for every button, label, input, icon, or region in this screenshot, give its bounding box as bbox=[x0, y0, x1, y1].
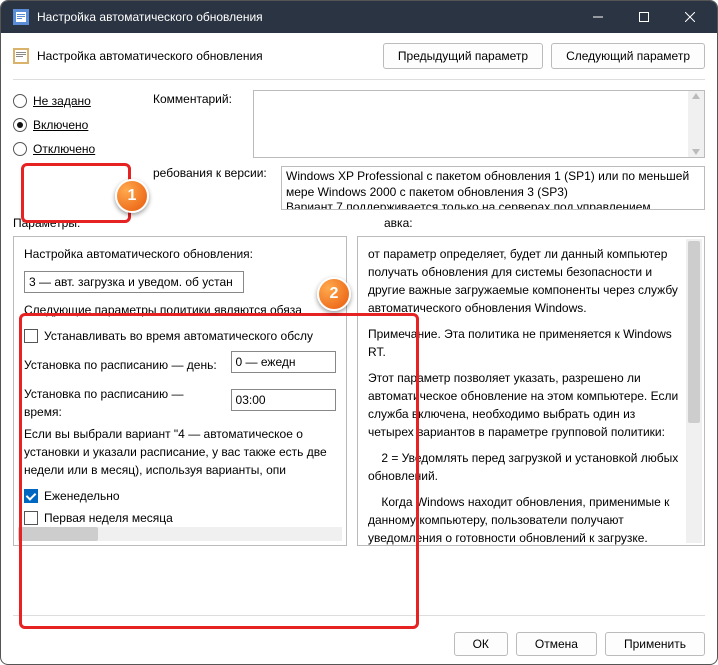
scrollbar-vertical[interactable] bbox=[686, 239, 702, 543]
minimize-button[interactable] bbox=[575, 1, 621, 33]
titlebar: Настройка автоматического обновления bbox=[1, 1, 717, 33]
divider bbox=[13, 79, 705, 80]
help-label: авка: bbox=[344, 216, 705, 230]
comment-label: Комментарий: bbox=[153, 90, 243, 106]
scrollbar-vertical[interactable] bbox=[688, 91, 704, 157]
divider bbox=[13, 615, 705, 616]
time-label: Установка по расписанию — время: bbox=[24, 385, 221, 421]
params-panel: Настройка автоматического обновления: 3 … bbox=[13, 236, 347, 546]
requirements-box[interactable]: Windows XP Professional с пакетом обновл… bbox=[281, 166, 705, 210]
prev-setting-button[interactable]: Предыдущий параметр bbox=[383, 43, 543, 69]
ok-button[interactable]: ОК bbox=[454, 632, 508, 656]
policy-note: Следующие параметры политики являются об… bbox=[24, 301, 336, 319]
cancel-button[interactable]: Отмена bbox=[516, 632, 597, 656]
params-label: Параметры: bbox=[13, 216, 334, 230]
window-title: Настройка автоматического обновления bbox=[37, 10, 575, 24]
cb-weekly[interactable]: Еженедельно bbox=[24, 487, 336, 505]
cb-firstweek[interactable]: Первая неделя месяца bbox=[24, 509, 336, 527]
config-label: Настройка автоматического обновления: bbox=[24, 245, 336, 263]
scrollbar-horizontal[interactable] bbox=[18, 527, 342, 541]
day-label: Установка по расписанию — день: bbox=[24, 356, 221, 374]
requirements-label: ребования к версии: bbox=[153, 166, 271, 210]
app-icon bbox=[13, 9, 29, 25]
close-button[interactable] bbox=[667, 1, 713, 33]
radio-disabled[interactable]: Отключено bbox=[13, 142, 143, 156]
page-title: Настройка автоматического обновления bbox=[37, 49, 375, 63]
time-dropdown[interactable]: 03:00 bbox=[231, 389, 336, 411]
day-dropdown[interactable]: 0 — ежедн bbox=[231, 351, 336, 373]
cb-maintenance[interactable]: Устанавливать во время автоматического о… bbox=[24, 327, 336, 345]
next-setting-button[interactable]: Следующий параметр bbox=[551, 43, 705, 69]
config-dropdown[interactable]: 3 — авт. загрузка и уведом. об устан bbox=[24, 271, 244, 293]
comment-textarea[interactable] bbox=[253, 90, 705, 158]
radio-not-configured[interactable]: Не задано bbox=[13, 94, 143, 108]
policy-icon bbox=[13, 48, 29, 64]
radio-enabled[interactable]: Включено bbox=[13, 118, 143, 132]
maximize-button[interactable] bbox=[621, 1, 667, 33]
variant4-text: Если вы выбрали вариант "4 — автоматичес… bbox=[24, 425, 336, 479]
apply-button[interactable]: Применить bbox=[605, 632, 705, 656]
help-panel: от параметр определяет, будет ли данный … bbox=[357, 236, 705, 546]
